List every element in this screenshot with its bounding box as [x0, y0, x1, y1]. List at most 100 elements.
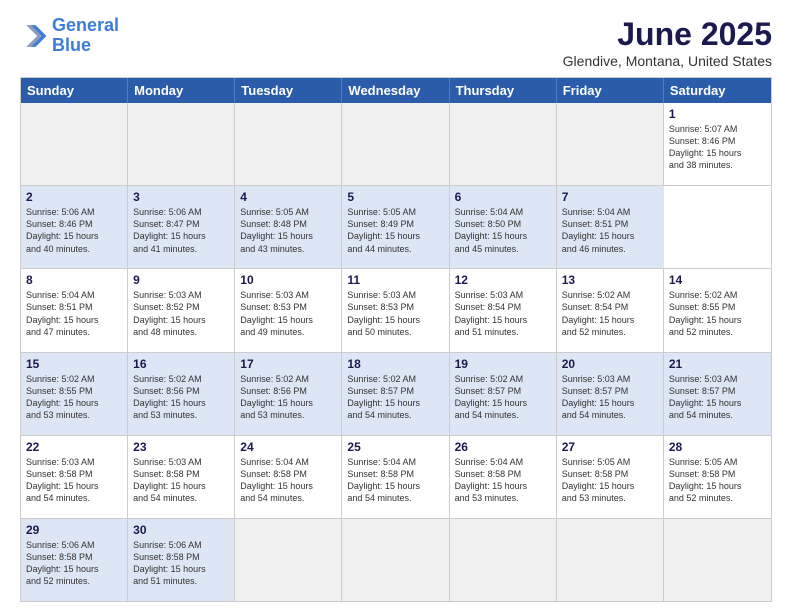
main-title: June 2025 — [563, 16, 772, 53]
cell-info: Sunrise: 5:03 AM Sunset: 8:53 PM Dayligh… — [347, 289, 443, 338]
day-number: 10 — [240, 273, 336, 287]
calendar-row: 1Sunrise: 5:07 AM Sunset: 8:46 PM Daylig… — [21, 103, 771, 185]
header: General Blue June 2025 Glendive, Montana… — [20, 16, 772, 69]
calendar-cell — [557, 103, 664, 185]
page: General Blue June 2025 Glendive, Montana… — [0, 0, 792, 612]
calendar-cell: 18 Sunrise: 5:02 AM Sunset: 8:57 PM Dayli… — [342, 353, 449, 435]
calendar-cell: 22 Sunrise: 5:03 AM Sunset: 8:58 PM Dayli… — [21, 436, 128, 518]
cell-info: Sunrise: 5:04 AM Sunset: 8:58 PM Dayligh… — [240, 456, 336, 505]
calendar-cell: 10 Sunrise: 5:03 AM Sunset: 8:53 PM Dayli… — [235, 269, 342, 351]
header-day: Wednesday — [342, 78, 449, 103]
cell-info: Sunrise: 5:02 AM Sunset: 8:57 PM Dayligh… — [455, 373, 551, 422]
day-number: 15 — [26, 357, 122, 371]
calendar-body: 1Sunrise: 5:07 AM Sunset: 8:46 PM Daylig… — [21, 103, 771, 601]
cell-info: Sunrise: 5:04 AM Sunset: 8:58 PM Dayligh… — [347, 456, 443, 505]
calendar-cell: 15 Sunrise: 5:02 AM Sunset: 8:55 PM Dayli… — [21, 353, 128, 435]
calendar-cell — [128, 103, 235, 185]
day-number: 8 — [26, 273, 122, 287]
logo-icon — [20, 22, 48, 50]
calendar-cell: 14 Sunrise: 5:02 AM Sunset: 8:55 PM Dayli… — [664, 269, 771, 351]
logo: General Blue — [20, 16, 119, 56]
cell-info: Sunrise: 5:05 AM Sunset: 8:58 PM Dayligh… — [669, 456, 766, 505]
cell-info: Sunrise: 5:02 AM Sunset: 8:54 PM Dayligh… — [562, 289, 658, 338]
logo-text: General Blue — [52, 16, 119, 56]
day-number: 18 — [347, 357, 443, 371]
day-number: 16 — [133, 357, 229, 371]
calendar-cell: 20 Sunrise: 5:03 AM Sunset: 8:57 PM Dayli… — [557, 353, 664, 435]
day-number: 17 — [240, 357, 336, 371]
day-number: 22 — [26, 440, 122, 454]
calendar-cell: 8 Sunrise: 5:04 AM Sunset: 8:51 PM Daylig… — [21, 269, 128, 351]
day-number: 20 — [562, 357, 658, 371]
cell-info: Sunrise: 5:03 AM Sunset: 8:52 PM Dayligh… — [133, 289, 229, 338]
calendar-cell: 27Sunrise: 5:05 AM Sunset: 8:58 PM Dayli… — [557, 436, 664, 518]
cell-info: Sunrise: 5:02 AM Sunset: 8:57 PM Dayligh… — [347, 373, 443, 422]
day-number: 5 — [347, 190, 443, 204]
cell-info: Sunrise: 5:03 AM Sunset: 8:57 PM Dayligh… — [562, 373, 658, 422]
calendar-row: 8 Sunrise: 5:04 AM Sunset: 8:51 PM Daylig… — [21, 268, 771, 351]
day-number: 14 — [669, 273, 766, 287]
cell-info: Sunrise: 5:06 AM Sunset: 8:47 PM Dayligh… — [133, 206, 229, 255]
header-day: Monday — [128, 78, 235, 103]
cell-info: Sunrise: 5:02 AM Sunset: 8:55 PM Dayligh… — [26, 373, 122, 422]
calendar-cell: 2Sunrise: 5:06 AM Sunset: 8:46 PM Daylig… — [21, 186, 128, 268]
cell-info: Sunrise: 5:03 AM Sunset: 8:53 PM Dayligh… — [240, 289, 336, 338]
calendar-cell: 9 Sunrise: 5:03 AM Sunset: 8:52 PM Daylig… — [128, 269, 235, 351]
cell-info: Sunrise: 5:02 AM Sunset: 8:56 PM Dayligh… — [240, 373, 336, 422]
calendar-cell: 7Sunrise: 5:04 AM Sunset: 8:51 PM Daylig… — [557, 186, 664, 268]
title-block: June 2025 Glendive, Montana, United Stat… — [563, 16, 772, 69]
day-number: 9 — [133, 273, 229, 287]
cell-info: Sunrise: 5:06 AM Sunset: 8:58 PM Dayligh… — [26, 539, 122, 588]
day-number: 21 — [669, 357, 766, 371]
calendar-cell: 24 Sunrise: 5:04 AM Sunset: 8:58 PM Dayli… — [235, 436, 342, 518]
calendar-cell — [450, 519, 557, 601]
calendar-cell: 19Sunrise: 5:02 AM Sunset: 8:57 PM Dayli… — [450, 353, 557, 435]
day-number: 6 — [455, 190, 551, 204]
header-day: Sunday — [21, 78, 128, 103]
calendar-row: 29Sunrise: 5:06 AM Sunset: 8:58 PM Dayli… — [21, 518, 771, 601]
calendar-cell: 4 Sunrise: 5:05 AM Sunset: 8:48 PM Daylig… — [235, 186, 342, 268]
calendar-cell: 29Sunrise: 5:06 AM Sunset: 8:58 PM Dayli… — [21, 519, 128, 601]
calendar-cell: 11Sunrise: 5:03 AM Sunset: 8:53 PM Dayli… — [342, 269, 449, 351]
calendar-cell: 6Sunrise: 5:04 AM Sunset: 8:50 PM Daylig… — [450, 186, 557, 268]
day-number: 23 — [133, 440, 229, 454]
calendar-cell — [235, 519, 342, 601]
cell-info: Sunrise: 5:05 AM Sunset: 8:48 PM Dayligh… — [240, 206, 336, 255]
calendar-row: 15 Sunrise: 5:02 AM Sunset: 8:55 PM Dayli… — [21, 352, 771, 435]
calendar-cell: 5 Sunrise: 5:05 AM Sunset: 8:49 PM Daylig… — [342, 186, 449, 268]
day-number: 24 — [240, 440, 336, 454]
cell-info: Sunrise: 5:03 AM Sunset: 8:57 PM Dayligh… — [669, 373, 766, 422]
cell-info: Sunrise: 5:03 AM Sunset: 8:58 PM Dayligh… — [26, 456, 122, 505]
calendar-cell: 23 Sunrise: 5:03 AM Sunset: 8:58 PM Dayli… — [128, 436, 235, 518]
calendar-row: 22 Sunrise: 5:03 AM Sunset: 8:58 PM Dayli… — [21, 435, 771, 518]
calendar-cell: 21 Sunrise: 5:03 AM Sunset: 8:57 PM Dayli… — [664, 353, 771, 435]
day-number: 28 — [669, 440, 766, 454]
calendar-cell — [342, 519, 449, 601]
day-number: 2 — [26, 190, 122, 204]
calendar-cell: 3Sunrise: 5:06 AM Sunset: 8:47 PM Daylig… — [128, 186, 235, 268]
cell-info: Sunrise: 5:04 AM Sunset: 8:51 PM Dayligh… — [26, 289, 122, 338]
cell-info: Sunrise: 5:07 AM Sunset: 8:46 PM Dayligh… — [669, 123, 766, 172]
day-number: 4 — [240, 190, 336, 204]
header-day: Thursday — [450, 78, 557, 103]
cell-info: Sunrise: 5:05 AM Sunset: 8:49 PM Dayligh… — [347, 206, 443, 255]
subtitle: Glendive, Montana, United States — [563, 53, 772, 69]
calendar-row: 2Sunrise: 5:06 AM Sunset: 8:46 PM Daylig… — [21, 185, 771, 268]
calendar-cell: 25 Sunrise: 5:04 AM Sunset: 8:58 PM Dayli… — [342, 436, 449, 518]
calendar-cell — [557, 519, 664, 601]
cell-info: Sunrise: 5:03 AM Sunset: 8:58 PM Dayligh… — [133, 456, 229, 505]
cell-info: Sunrise: 5:02 AM Sunset: 8:56 PM Dayligh… — [133, 373, 229, 422]
day-number: 25 — [347, 440, 443, 454]
cell-info: Sunrise: 5:06 AM Sunset: 8:58 PM Dayligh… — [133, 539, 229, 588]
day-number: 30 — [133, 523, 229, 537]
calendar-cell: 1Sunrise: 5:07 AM Sunset: 8:46 PM Daylig… — [664, 103, 771, 185]
calendar-cell: 30 Sunrise: 5:06 AM Sunset: 8:58 PM Dayli… — [128, 519, 235, 601]
calendar-cell — [342, 103, 449, 185]
day-number: 12 — [455, 273, 551, 287]
cell-info: Sunrise: 5:02 AM Sunset: 8:55 PM Dayligh… — [669, 289, 766, 338]
day-number: 26 — [455, 440, 551, 454]
calendar-cell — [21, 103, 128, 185]
calendar-cell — [235, 103, 342, 185]
cell-info: Sunrise: 5:04 AM Sunset: 8:58 PM Dayligh… — [455, 456, 551, 505]
cell-info: Sunrise: 5:03 AM Sunset: 8:54 PM Dayligh… — [455, 289, 551, 338]
